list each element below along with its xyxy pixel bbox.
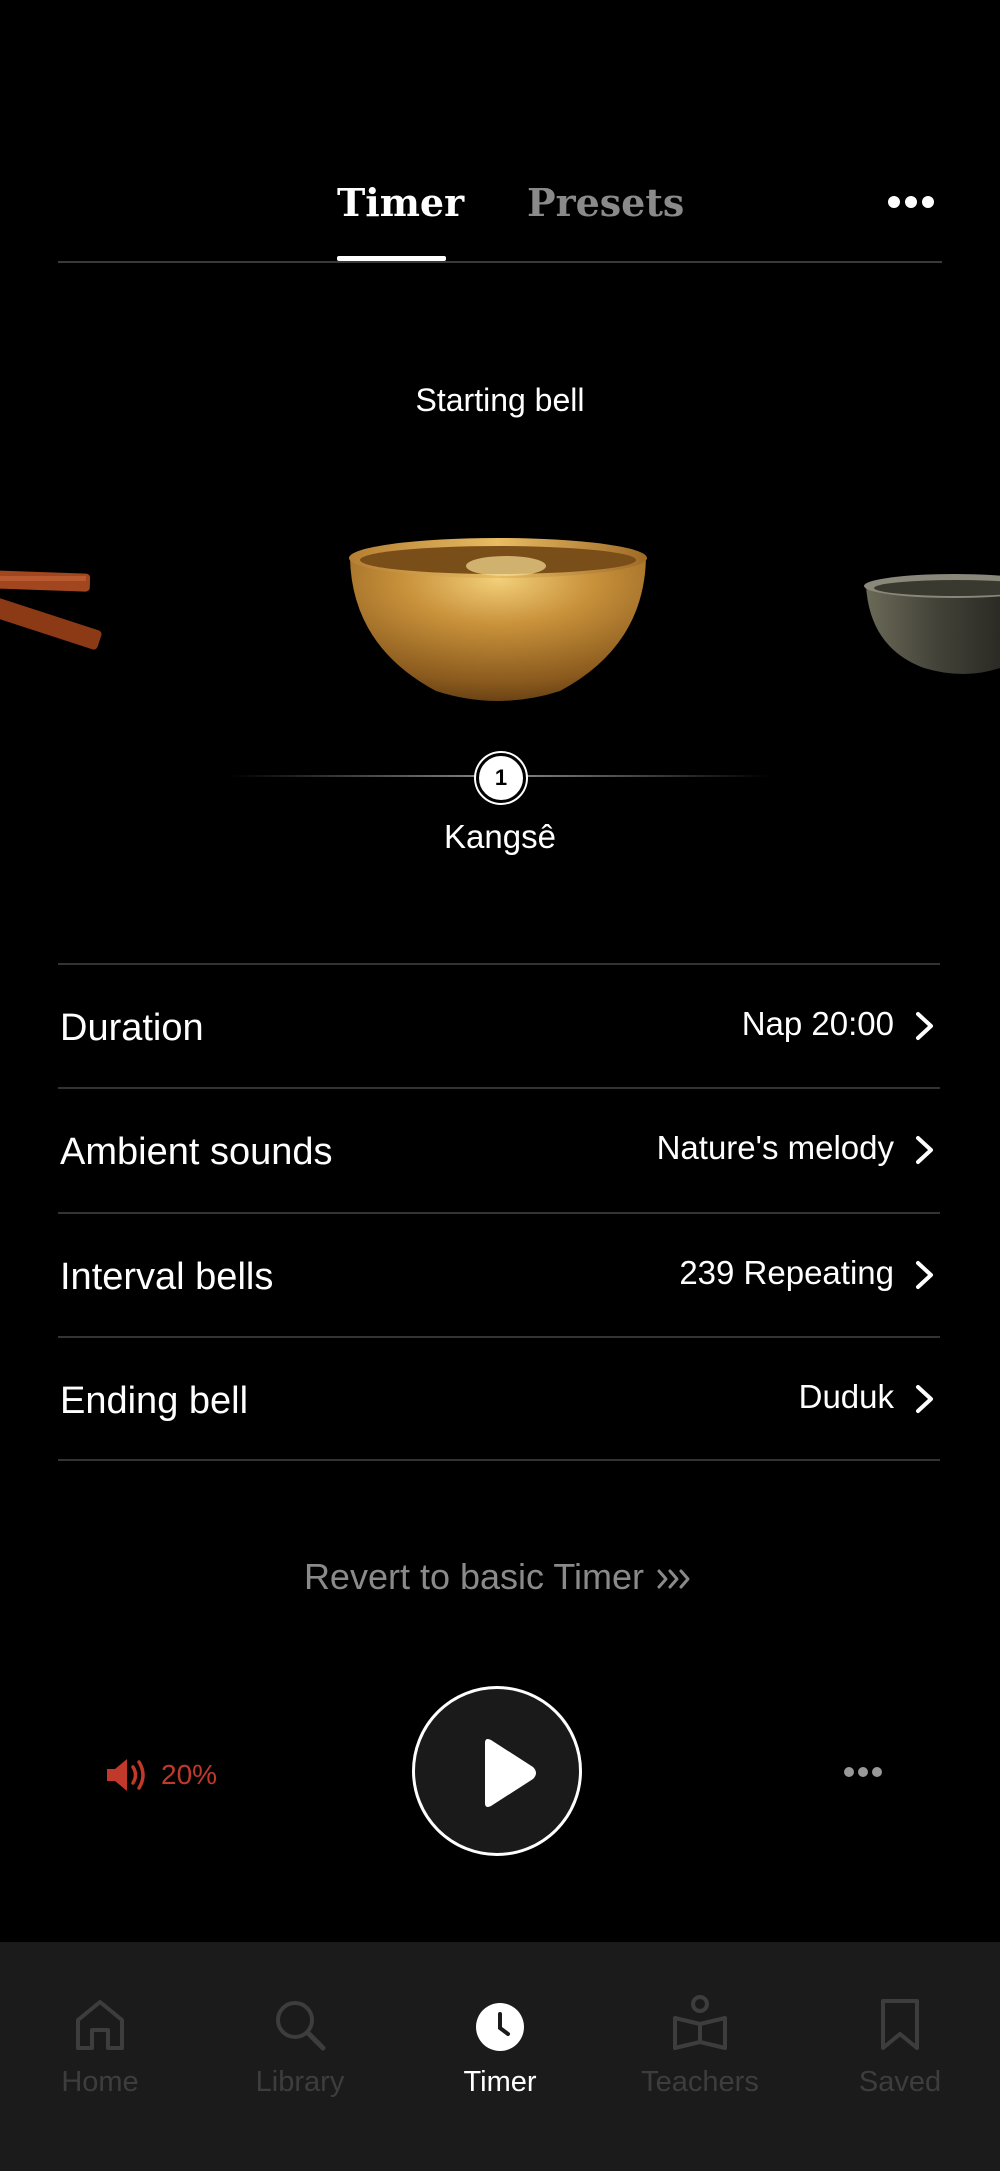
dark-bowl-image[interactable]: [864, 568, 1000, 680]
interval-bells-row[interactable]: Interval bells 239 Repeating: [58, 1214, 940, 1336]
nav-saved[interactable]: Saved: [800, 1992, 1000, 2099]
more-options-icon[interactable]: [888, 195, 942, 217]
nav-timer-label: Timer: [463, 2066, 537, 2098]
player-more-icon[interactable]: [844, 1764, 894, 1782]
tab-divider: [58, 261, 942, 263]
ending-bell-row[interactable]: Ending bell Duduk: [58, 1338, 940, 1460]
duration-row[interactable]: Duration Nap 20:00: [58, 965, 940, 1087]
singing-bowl-image[interactable]: [346, 536, 650, 706]
chevron-right-icon: [916, 1261, 933, 1289]
triple-chevron-right-icon: [657, 1569, 690, 1589]
nav-library[interactable]: Library: [200, 1992, 400, 2099]
bell-position-indicator[interactable]: 1: [476, 753, 526, 803]
play-icon: [485, 1739, 536, 1807]
chevron-right-icon: [916, 1385, 933, 1413]
starting-bell-label: Starting bell: [415, 382, 585, 418]
selected-bell-name: Kangsê: [444, 818, 556, 855]
clock-icon: [476, 2003, 524, 2051]
top-tab-bar: Timer Presets: [0, 170, 1000, 265]
nav-teachers-label: Teachers: [641, 2066, 759, 2098]
teacher-book-icon: [673, 1995, 727, 2050]
ambient-sounds-row[interactable]: Ambient sounds Nature's melody: [58, 1089, 940, 1211]
duration-value: Nap 20:00: [741, 1005, 894, 1042]
nav-library-label: Library: [255, 2066, 345, 2098]
play-button[interactable]: [412, 1686, 582, 1856]
duration-label: Duration: [60, 1007, 204, 1049]
speaker-icon: [107, 1759, 145, 1791]
home-icon: [76, 2000, 124, 2050]
chevron-right-icon: [916, 1136, 933, 1164]
bookmark-icon: [881, 1999, 919, 2050]
bottom-nav: Home Library Timer Teachers Saved: [0, 1942, 1000, 2171]
divider: [58, 1459, 940, 1461]
nav-teachers[interactable]: Teachers: [600, 1992, 800, 2099]
interval-bells-label: Interval bells: [60, 1256, 274, 1298]
nav-timer[interactable]: Timer: [400, 1992, 600, 2099]
sticks-bell-image[interactable]: [0, 560, 110, 670]
tab-timer[interactable]: Timer: [337, 180, 464, 225]
revert-label: Revert to basic Timer: [303, 1556, 645, 1597]
tab-presets[interactable]: Presets: [527, 180, 684, 225]
search-icon: [276, 2001, 326, 2051]
volume-level: 20%: [161, 1759, 218, 1790]
revert-basic-timer-link[interactable]: Revert to basic Timer: [0, 1556, 1000, 1598]
nav-home[interactable]: Home: [0, 1992, 200, 2099]
chevron-right-icon: [916, 1012, 933, 1040]
volume-control[interactable]: 20%: [105, 1750, 217, 1800]
ambient-sounds-value: Nature's melody: [656, 1129, 894, 1166]
nav-saved-label: Saved: [858, 2066, 942, 2098]
interval-bells-value: 239 Repeating: [679, 1254, 894, 1291]
ending-bell-value: Duduk: [798, 1378, 894, 1415]
ending-bell-label: Ending bell: [60, 1380, 249, 1422]
nav-home-label: Home: [61, 2066, 139, 2098]
ambient-sounds-label: Ambient sounds: [60, 1131, 333, 1173]
